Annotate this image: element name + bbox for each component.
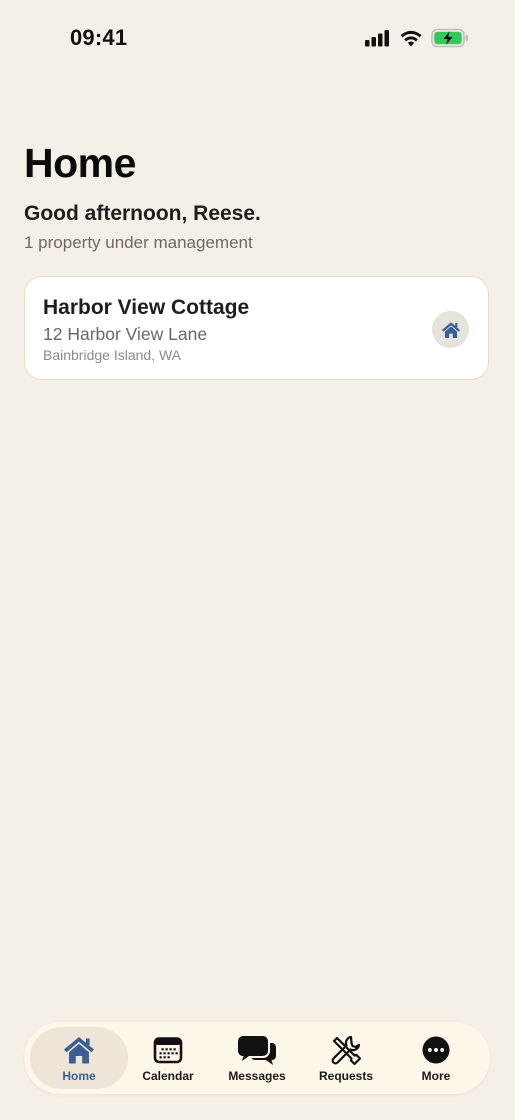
property-address: 12 Harbor View Lane [43, 324, 208, 344]
status-bar: 09:41 [0, 0, 515, 76]
house-icon [62, 1034, 96, 1066]
tab-requests[interactable]: Requests [304, 1027, 388, 1089]
tab-messages[interactable]: Messages [212, 1027, 302, 1089]
house-icon [432, 311, 469, 348]
property-card[interactable]: Harbor View Cottage 12 Harbor View Lane … [24, 276, 489, 380]
page-title: Home [24, 140, 136, 186]
cellular-signal-icon [365, 29, 391, 52]
tab-more[interactable]: More [392, 1027, 480, 1089]
property-count-text: 1 property under management [24, 233, 253, 252]
tools-icon [330, 1034, 362, 1066]
tab-messages-label: Messages [228, 1069, 286, 1083]
property-name: Harbor View Cottage [43, 296, 250, 319]
messages-icon [237, 1034, 277, 1066]
tab-home[interactable]: Home [30, 1027, 128, 1089]
tab-home-label: Home [62, 1069, 96, 1083]
tab-requests-label: Requests [318, 1069, 374, 1083]
tab-calendar-label: Calendar [142, 1069, 194, 1083]
wifi-icon [399, 29, 423, 52]
tab-more-label: More [421, 1069, 451, 1083]
battery-charging-icon [431, 28, 469, 53]
property-city: Bainbridge Island, WA [43, 347, 181, 363]
more-icon [421, 1034, 451, 1066]
status-icons [365, 28, 469, 53]
tab-calendar[interactable]: Calendar [128, 1027, 208, 1089]
tab-bar: Home Calendar Messages Requests More [24, 1022, 490, 1094]
greeting-text: Good afternoon, Reese. [24, 202, 261, 225]
status-time: 09:41 [70, 25, 128, 50]
calendar-icon [153, 1034, 183, 1066]
